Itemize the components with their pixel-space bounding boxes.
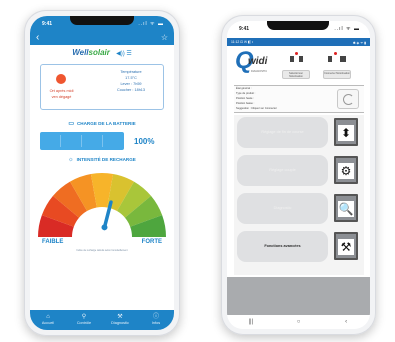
battery-section-title: ▭ CHARGE DE LA BATTERIE <box>30 120 174 127</box>
sun-status-line-2: ven dégagé <box>51 95 72 99</box>
battery-cell-divider <box>102 135 103 147</box>
advanced-functions-button[interactable]: Fonctions avancées <box>237 231 328 262</box>
gauge-needle-pivot <box>101 224 108 231</box>
status-line: État général : <box>236 87 252 90</box>
phone-notch <box>267 21 329 30</box>
battery-icon: ▭ <box>68 121 74 127</box>
sun-status: Ort après midi ven dégagé <box>43 88 80 100</box>
wellsolair-screen: 9:41 ..ıl ᯤ ▬ ‹ ☆ Wellsolair ◀)) ☰ Ort a… <box>30 16 174 330</box>
status-line: Suggestion : Cliquez sur Connecter <box>236 107 277 110</box>
app-bar: ‹ ☆ <box>30 32 174 45</box>
device-block <box>328 56 332 62</box>
device-block <box>299 56 303 62</box>
nav-control[interactable]: ⚲ Contrôle <box>66 310 102 330</box>
android-status-right: ✱ ◈ ᯤ ▮ <box>352 41 366 45</box>
sunset-time: Coucher : 18h13 <box>116 88 146 92</box>
android-navigation-bar: ||| ○ ‹ <box>227 315 370 329</box>
android-status-bar: 11:12 ⊡ ✉ ◧ • ✱ ◈ ᯤ ▮ <box>227 38 370 46</box>
empty-content-area <box>227 277 370 315</box>
phone-notch <box>70 16 134 25</box>
battery-title-text: CHARGE DE LA BATTERIE <box>76 121 136 126</box>
torque-adjust-button[interactable]: Réglage couple <box>237 155 328 186</box>
diagnostic-icon: ⚒ <box>117 314 123 320</box>
gear-icon: ⚙ <box>338 163 354 179</box>
gauge-caption: Indice de recharge calculé selon l'ensol… <box>76 249 128 252</box>
device-block <box>340 56 346 62</box>
logo-widi: widi <box>248 56 268 67</box>
back-arrow-icon[interactable]: ‹ <box>36 32 39 43</box>
qwidi-screen: 9:41 ..ıl ᯤ ▬ 11:12 ⊡ ✉ ◧ • ✱ ◈ ᯤ ▮ Q wi… <box>227 21 370 329</box>
status-line: Position basse : <box>236 102 255 105</box>
recharge-section-title: ☼ INTENSITÉ DE RECHARGE <box>30 157 174 163</box>
advanced-functions-tile[interactable]: ⚒ <box>334 232 358 260</box>
up-down-arrows-icon: ⬍ <box>338 125 354 141</box>
refresh-button[interactable] <box>337 89 359 109</box>
sun-panel-icon: ☼ <box>68 157 74 163</box>
weather-details: Température 17.5°C Lever : 7h59 Coucher … <box>101 69 161 93</box>
nav-home[interactable]: ⌂ Accueil <box>30 310 66 330</box>
diagnostic-tile[interactable]: 🔍 <box>334 194 358 222</box>
signal-icons: ..ıl ᯤ ▬ <box>138 21 164 27</box>
nav-label: Accueil <box>41 321 55 325</box>
logo-subtitle: DIAGNOSTIC <box>251 70 268 73</box>
functions-panel: Réglage de fin de course ⬍ Réglage coupl… <box>234 115 364 275</box>
motor-select-icon[interactable] <box>285 52 307 68</box>
diagnostic-button[interactable]: Diagnostic <box>237 193 328 224</box>
limit-adjust-button[interactable]: Réglage de fin de course <box>237 117 328 148</box>
battery-percent: 100% <box>134 137 155 146</box>
nav-info[interactable]: ⓘ Infos <box>138 310 174 330</box>
nav-label: Contrôle <box>76 321 92 325</box>
weather-card: Ort après midi ven dégagé Température 17… <box>40 64 164 110</box>
select-motor-button[interactable]: Sélectionner Motorisation <box>282 70 310 79</box>
motor-connect-icon[interactable] <box>323 52 351 68</box>
nav-label: Diagnostic <box>111 321 129 325</box>
sun-icon <box>56 74 66 84</box>
status-time: 9:41 <box>239 26 250 32</box>
connect-motor-button[interactable]: Connecter Motorisation <box>323 70 351 79</box>
status-bar: 9:41 ..ıl ᯤ ▬ <box>227 21 370 38</box>
recent-apps-icon[interactable]: ||| <box>227 315 275 329</box>
logo-part-solair: solair <box>88 48 110 57</box>
info-icon: ⓘ <box>152 314 159 320</box>
logo-part-well: Well <box>72 48 89 57</box>
status-bar: 9:41 ..ıl ᯤ ▬ <box>30 16 174 33</box>
device-block <box>290 56 294 62</box>
battery-cell-divider <box>81 135 82 147</box>
refresh-icon <box>343 94 354 105</box>
showcase-scene: 9:41 ..ıl ᯤ ▬ ‹ ☆ Wellsolair ◀)) ☰ Ort a… <box>0 0 395 342</box>
right-phone-frame: 9:41 ..ıl ᯤ ▬ 11:12 ⊡ ✉ ◧ • ✱ ◈ ᯤ ▮ Q wi… <box>221 15 376 335</box>
control-icon: ⚲ <box>81 314 87 320</box>
magnifier-icon: 🔍 <box>338 201 354 217</box>
signal-icons: ..ıl ᯤ ▬ <box>334 26 360 32</box>
sound-menu-icons[interactable]: ◀)) ☰ <box>116 51 132 57</box>
tools-icon: ⚒ <box>338 239 354 255</box>
star-icon[interactable]: ☆ <box>161 33 168 42</box>
product-status-panel: État général : Type de produit : Positio… <box>234 85 364 113</box>
recharge-gauge <box>38 173 166 241</box>
battery-level-bar <box>40 132 124 150</box>
wellsolair-logo: Wellsolair ◀)) ☰ <box>30 48 174 60</box>
limit-adjust-tile[interactable]: ⬍ <box>334 118 358 146</box>
status-dot <box>295 52 298 55</box>
bottom-navigation: ⌂ Accueil ⚲ Contrôle ⚒ Diagnostic ⓘ Infos <box>30 310 174 330</box>
torque-adjust-tile[interactable]: ⚙ <box>334 156 358 184</box>
recharge-title-text: INTENSITÉ DE RECHARGE <box>76 157 136 162</box>
android-status-left: 11:12 ⊡ ✉ ◧ • <box>231 40 254 44</box>
status-line: Type de produit : <box>236 92 256 95</box>
gauge-low-label: FAIBLE <box>42 239 64 245</box>
nav-label: Infos <box>151 321 161 325</box>
status-time: 9:41 <box>42 21 53 27</box>
home-icon[interactable]: ○ <box>275 315 323 329</box>
home-icon: ⌂ <box>46 314 50 320</box>
status-dot <box>334 52 337 55</box>
status-line: Position haute : <box>236 97 254 100</box>
nav-diagnostic[interactable]: ⚒ Diagnostic <box>102 310 138 330</box>
battery-cell-divider <box>60 135 61 147</box>
qwidi-logo: Q widi DIAGNOSTIC <box>235 48 275 76</box>
back-icon[interactable]: ‹ <box>322 315 370 329</box>
gauge-high-label: FORTE <box>141 239 162 245</box>
left-phone-frame: 9:41 ..ıl ᯤ ▬ ‹ ☆ Wellsolair ◀)) ☰ Ort a… <box>24 10 180 336</box>
